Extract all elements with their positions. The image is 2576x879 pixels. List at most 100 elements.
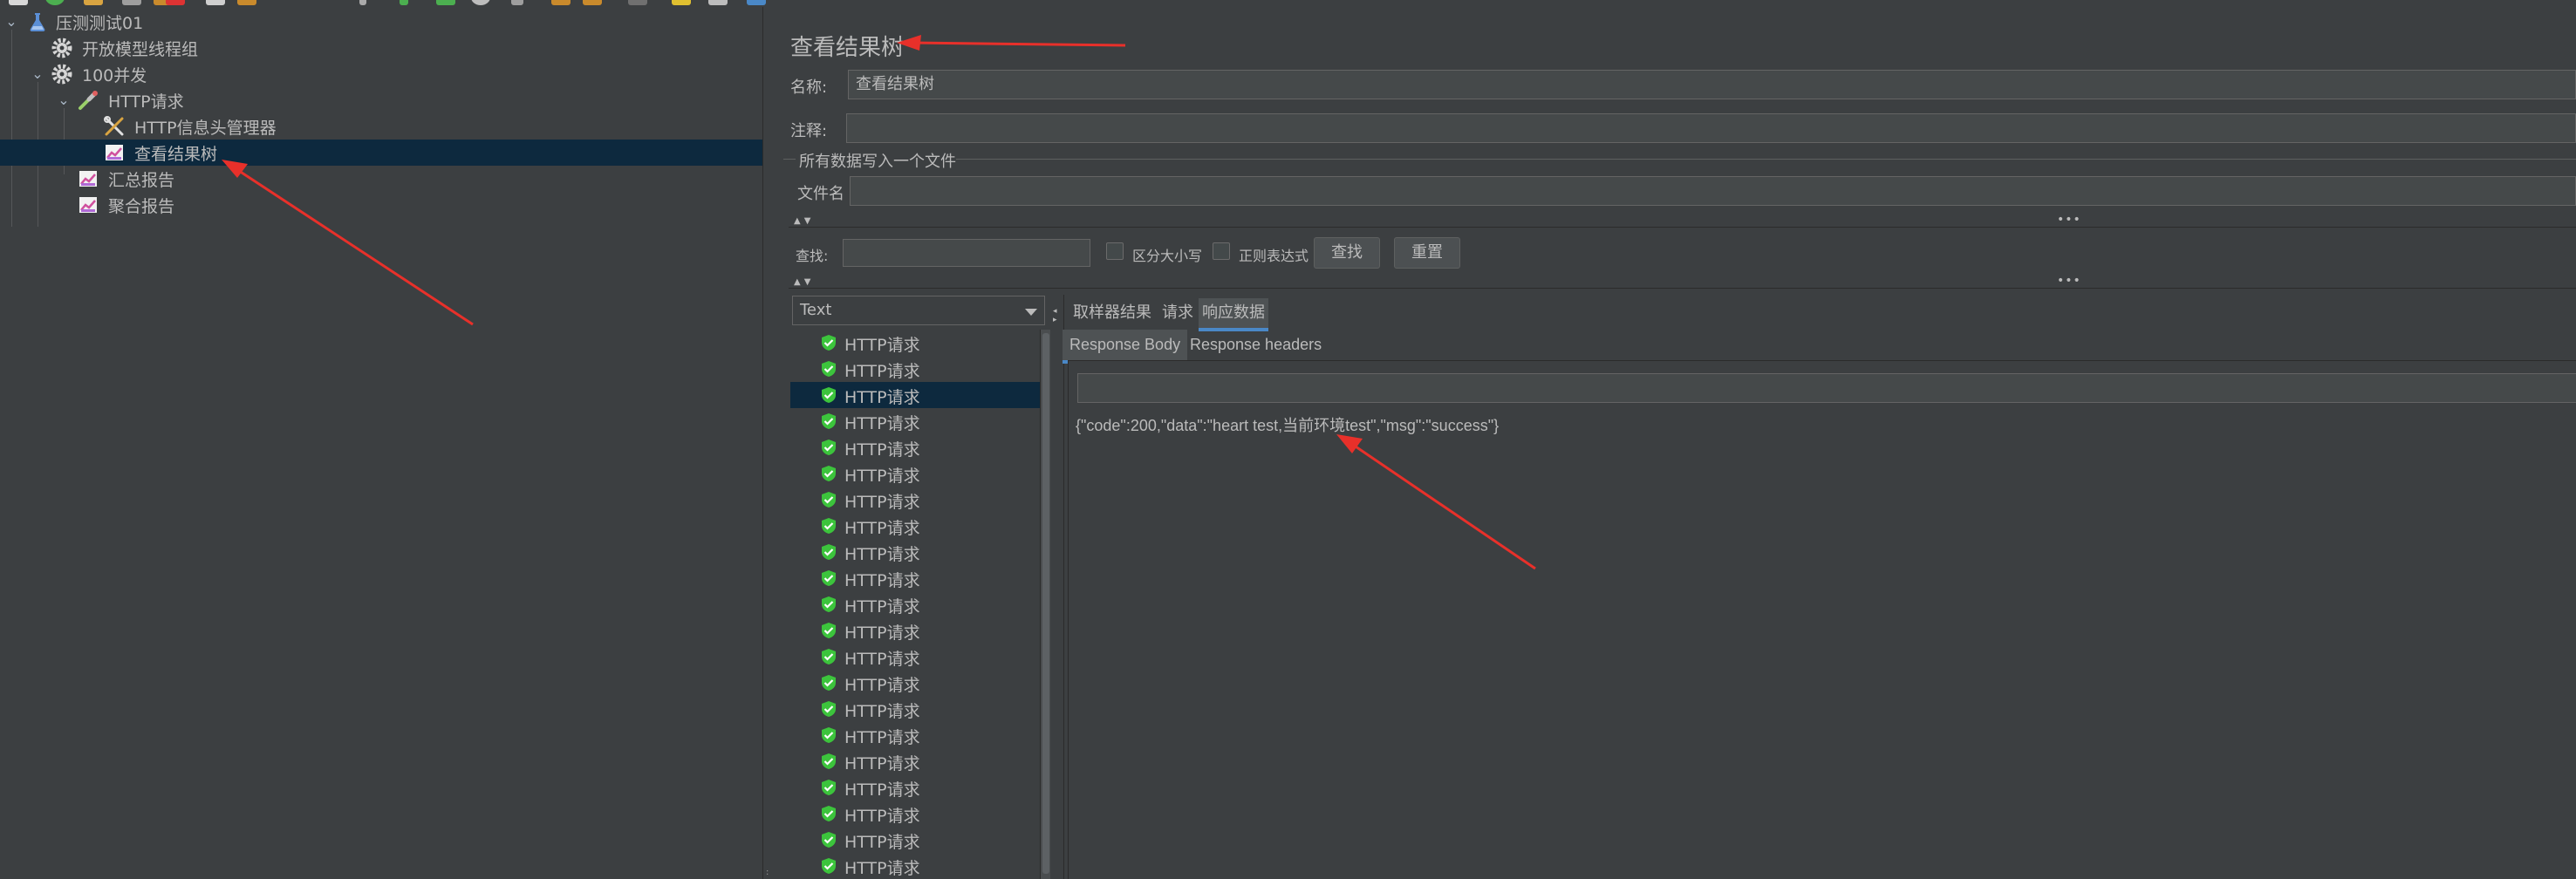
clear-all-icon[interactable] (672, 0, 691, 5)
test-plan-tree: ⌄ 压测测试01 开放模型线程组 ⌄ 100并发 ⌄ HTTP请求 HTTP信息… (0, 7, 762, 879)
copy-icon[interactable] (206, 0, 225, 5)
regex-checkbox[interactable] (1213, 242, 1230, 260)
result-list-scrollbar[interactable] (1040, 330, 1050, 879)
result-list-item[interactable]: HTTP请求 (790, 696, 1043, 722)
chevron-down-icon (1025, 309, 1037, 316)
name-label: 名称: (790, 78, 828, 97)
result-item-label: HTTP请求 (844, 650, 920, 669)
tree-item-label: 压测测试01 (56, 13, 144, 33)
success-shield-icon (822, 466, 836, 481)
tree-item-aggregate-report[interactable]: 聚合报告 (0, 192, 762, 218)
response-search-field[interactable] (1077, 373, 2576, 403)
result-list-item[interactable]: HTTP请求 (790, 853, 1043, 879)
result-item-label: HTTP请求 (844, 780, 920, 800)
splitter-grip-icon[interactable]: : (766, 869, 769, 879)
main-splitter[interactable]: : (762, 7, 771, 879)
result-list-item[interactable]: HTTP请求 (790, 487, 1043, 513)
tree-item-label: 100并发 (82, 65, 147, 85)
collapse-arrows-icon[interactable]: ▲▼ (794, 216, 814, 226)
name-field[interactable]: 查看结果树 (848, 70, 2576, 99)
shutdown-icon[interactable] (511, 0, 523, 5)
case-sensitive-checkbox[interactable] (1106, 242, 1124, 260)
result-list-item[interactable]: HTTP请求 (790, 801, 1043, 827)
clear-icon[interactable] (628, 0, 647, 5)
pipette-icon (79, 91, 98, 110)
result-list-item[interactable]: HTTP请求 (790, 539, 1043, 565)
find-button[interactable]: 查找 (1314, 237, 1380, 269)
toolbar (0, 0, 2576, 7)
tab-response-body[interactable]: Response Body (1063, 330, 1188, 364)
result-list-item[interactable]: HTTP请求 (790, 827, 1043, 853)
collapse-left-icon[interactable]: ◂ ▸ (1053, 307, 1057, 324)
result-list-item[interactable]: HTTP请求 (790, 460, 1043, 487)
collapse-arrows-icon[interactable]: ▲▼ (794, 277, 814, 287)
start-icon[interactable] (400, 0, 408, 5)
file-name-field[interactable] (850, 176, 2576, 206)
tree-item-test-plan[interactable]: ⌄ 压测测试01 (0, 9, 762, 35)
chevron-down-icon[interactable]: ⌄ (56, 92, 72, 108)
result-list-item[interactable]: HTTP请求 (790, 330, 1043, 356)
splitter-dots-icon[interactable]: ••• (2057, 274, 2081, 288)
search-icon[interactable] (708, 0, 728, 5)
result-list-item[interactable]: HTTP请求 (790, 382, 1043, 408)
result-list-item[interactable]: HTTP请求 (790, 748, 1043, 774)
divider (789, 227, 2576, 228)
result-list-item[interactable]: HTTP请求 (790, 565, 1043, 591)
paste-icon[interactable] (237, 0, 256, 5)
success-shield-icon (822, 649, 836, 664)
result-list-item[interactable]: HTTP请求 (790, 434, 1043, 460)
tree-item-summary-report[interactable]: 汇总报告 (0, 166, 762, 192)
tab-sampler-result[interactable]: 取样器结果 (1069, 298, 1155, 330)
view-results-tree-panel: 查看结果树 名称: 查看结果树 注释: 所有数据写入一个文件 文件名 ▲▼ ••… (771, 7, 2576, 879)
result-list-item[interactable]: HTTP请求 (790, 408, 1043, 434)
result-item-label: HTTP请求 (844, 728, 920, 747)
tab-response-data[interactable]: 响应数据 (1199, 298, 1268, 331)
new-icon[interactable] (9, 0, 28, 5)
result-list-item[interactable]: HTTP请求 (790, 670, 1043, 696)
start-no-pause-icon[interactable] (436, 0, 455, 5)
tree-item-open-model-thread-group[interactable]: 开放模型线程组 (0, 35, 762, 61)
reset-search-icon[interactable] (747, 0, 766, 5)
remote-stop-icon[interactable] (583, 0, 602, 5)
chevron-down-icon[interactable]: ⌄ (30, 66, 45, 82)
response-body-text[interactable]: {"code":200,"data":"heart test,当前环境test"… (1076, 413, 1499, 436)
search-input[interactable] (843, 239, 1090, 267)
cut-icon[interactable] (166, 0, 185, 5)
file-section-border (783, 159, 796, 160)
remote-start-icon[interactable] (551, 0, 571, 5)
sample-result-list: HTTP请求 HTTP请求 HTTP请求 HTTP请求 HTTP请求 HTTP请求 HTTP… (790, 330, 1043, 879)
regex-label: 正则表达式 (1239, 248, 1309, 264)
result-item-label: HTTP请求 (844, 388, 920, 407)
splitter-dots-icon[interactable]: ••• (2057, 213, 2081, 227)
open-icon[interactable] (84, 0, 103, 5)
results-splitter[interactable]: ◂ ▸ (1050, 295, 1064, 879)
result-list-item[interactable]: HTTP请求 (790, 591, 1043, 617)
result-list-item[interactable]: HTTP请求 (790, 356, 1043, 382)
expand-icon[interactable] (359, 0, 366, 5)
renderer-select[interactable]: Text (792, 296, 1045, 325)
file-section-border (956, 159, 2576, 160)
chevron-down-icon[interactable]: ⌄ (3, 14, 19, 30)
stop-icon[interactable] (471, 0, 490, 5)
scrollbar-thumb[interactable] (1042, 333, 1049, 874)
reset-button[interactable]: 重置 (1394, 237, 1460, 269)
templates-icon[interactable] (45, 0, 65, 5)
chart-icon (79, 197, 97, 213)
chart-icon (106, 145, 123, 160)
result-item-label: HTTP请求 (844, 807, 920, 826)
save-icon[interactable] (122, 0, 141, 5)
result-list-item[interactable]: HTTP请求 (790, 617, 1043, 644)
comment-field[interactable] (846, 113, 2576, 143)
tab-request[interactable]: 请求 (1158, 298, 1197, 330)
tree-item-http-header-manager[interactable]: HTTP信息头管理器 (0, 113, 762, 140)
result-list-item[interactable]: HTTP请求 (790, 722, 1043, 748)
tree-item-view-results-tree[interactable]: 查看结果树 (0, 140, 762, 166)
result-item-label: HTTP请求 (844, 859, 920, 878)
tab-response-headers[interactable]: Response headers (1183, 330, 1329, 361)
result-list-item[interactable]: HTTP请求 (790, 513, 1043, 539)
success-shield-icon (822, 335, 836, 351)
result-list-item[interactable]: HTTP请求 (790, 644, 1043, 670)
tree-item-http-request[interactable]: ⌄ HTTP请求 (0, 87, 762, 113)
result-list-item[interactable]: HTTP请求 (790, 774, 1043, 801)
tree-item-thread-group-100[interactable]: ⌄ 100并发 (0, 61, 762, 87)
